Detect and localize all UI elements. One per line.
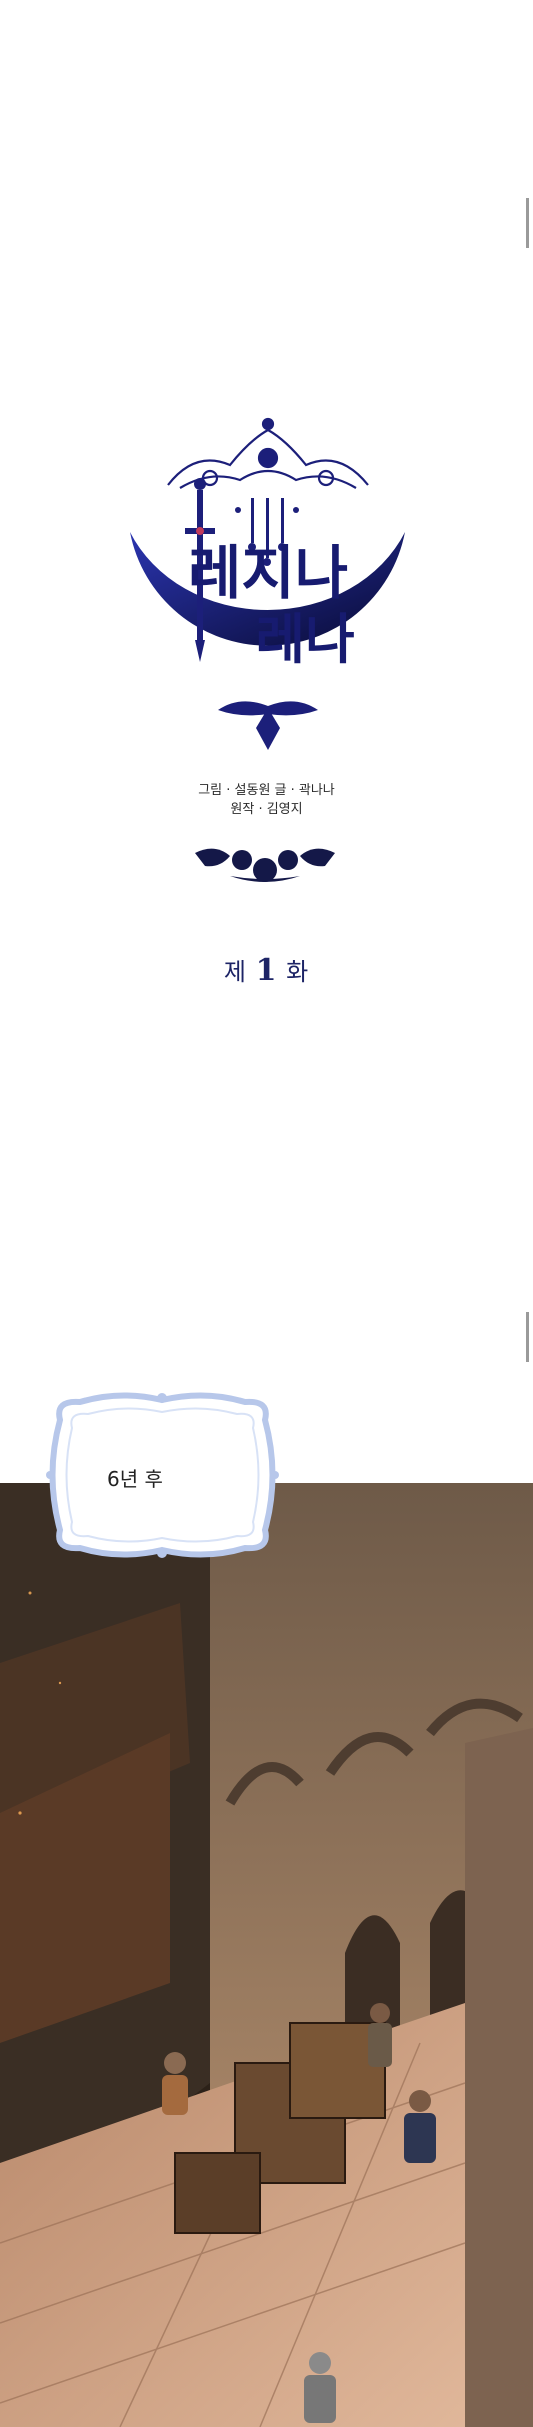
scroll-marker-top [526, 198, 529, 248]
title-logo: 레지나 레나 [130, 417, 405, 750]
credits-line-2: 원작 · 김영지 [230, 802, 303, 817]
crown-ornament [167, 417, 369, 489]
chapter-title: 제 1 화 [0, 952, 533, 988]
chapter-prefix: 제 [223, 958, 247, 986]
bottom-ornament [218, 701, 318, 750]
scene-illustration [0, 1483, 533, 2427]
title-line2: 레나 [255, 607, 354, 671]
chapter-suffix: 화 [286, 958, 310, 986]
credits-line-1: 그림 · 설동원 글 · 곽나나 [198, 783, 335, 798]
chapter-number: 1 [255, 953, 278, 988]
scroll-marker-bottom [526, 1312, 529, 1362]
caption-text: 6년 후 [107, 1467, 163, 1491]
floral-divider [195, 848, 335, 882]
title-line1: 레지나 [188, 539, 348, 607]
